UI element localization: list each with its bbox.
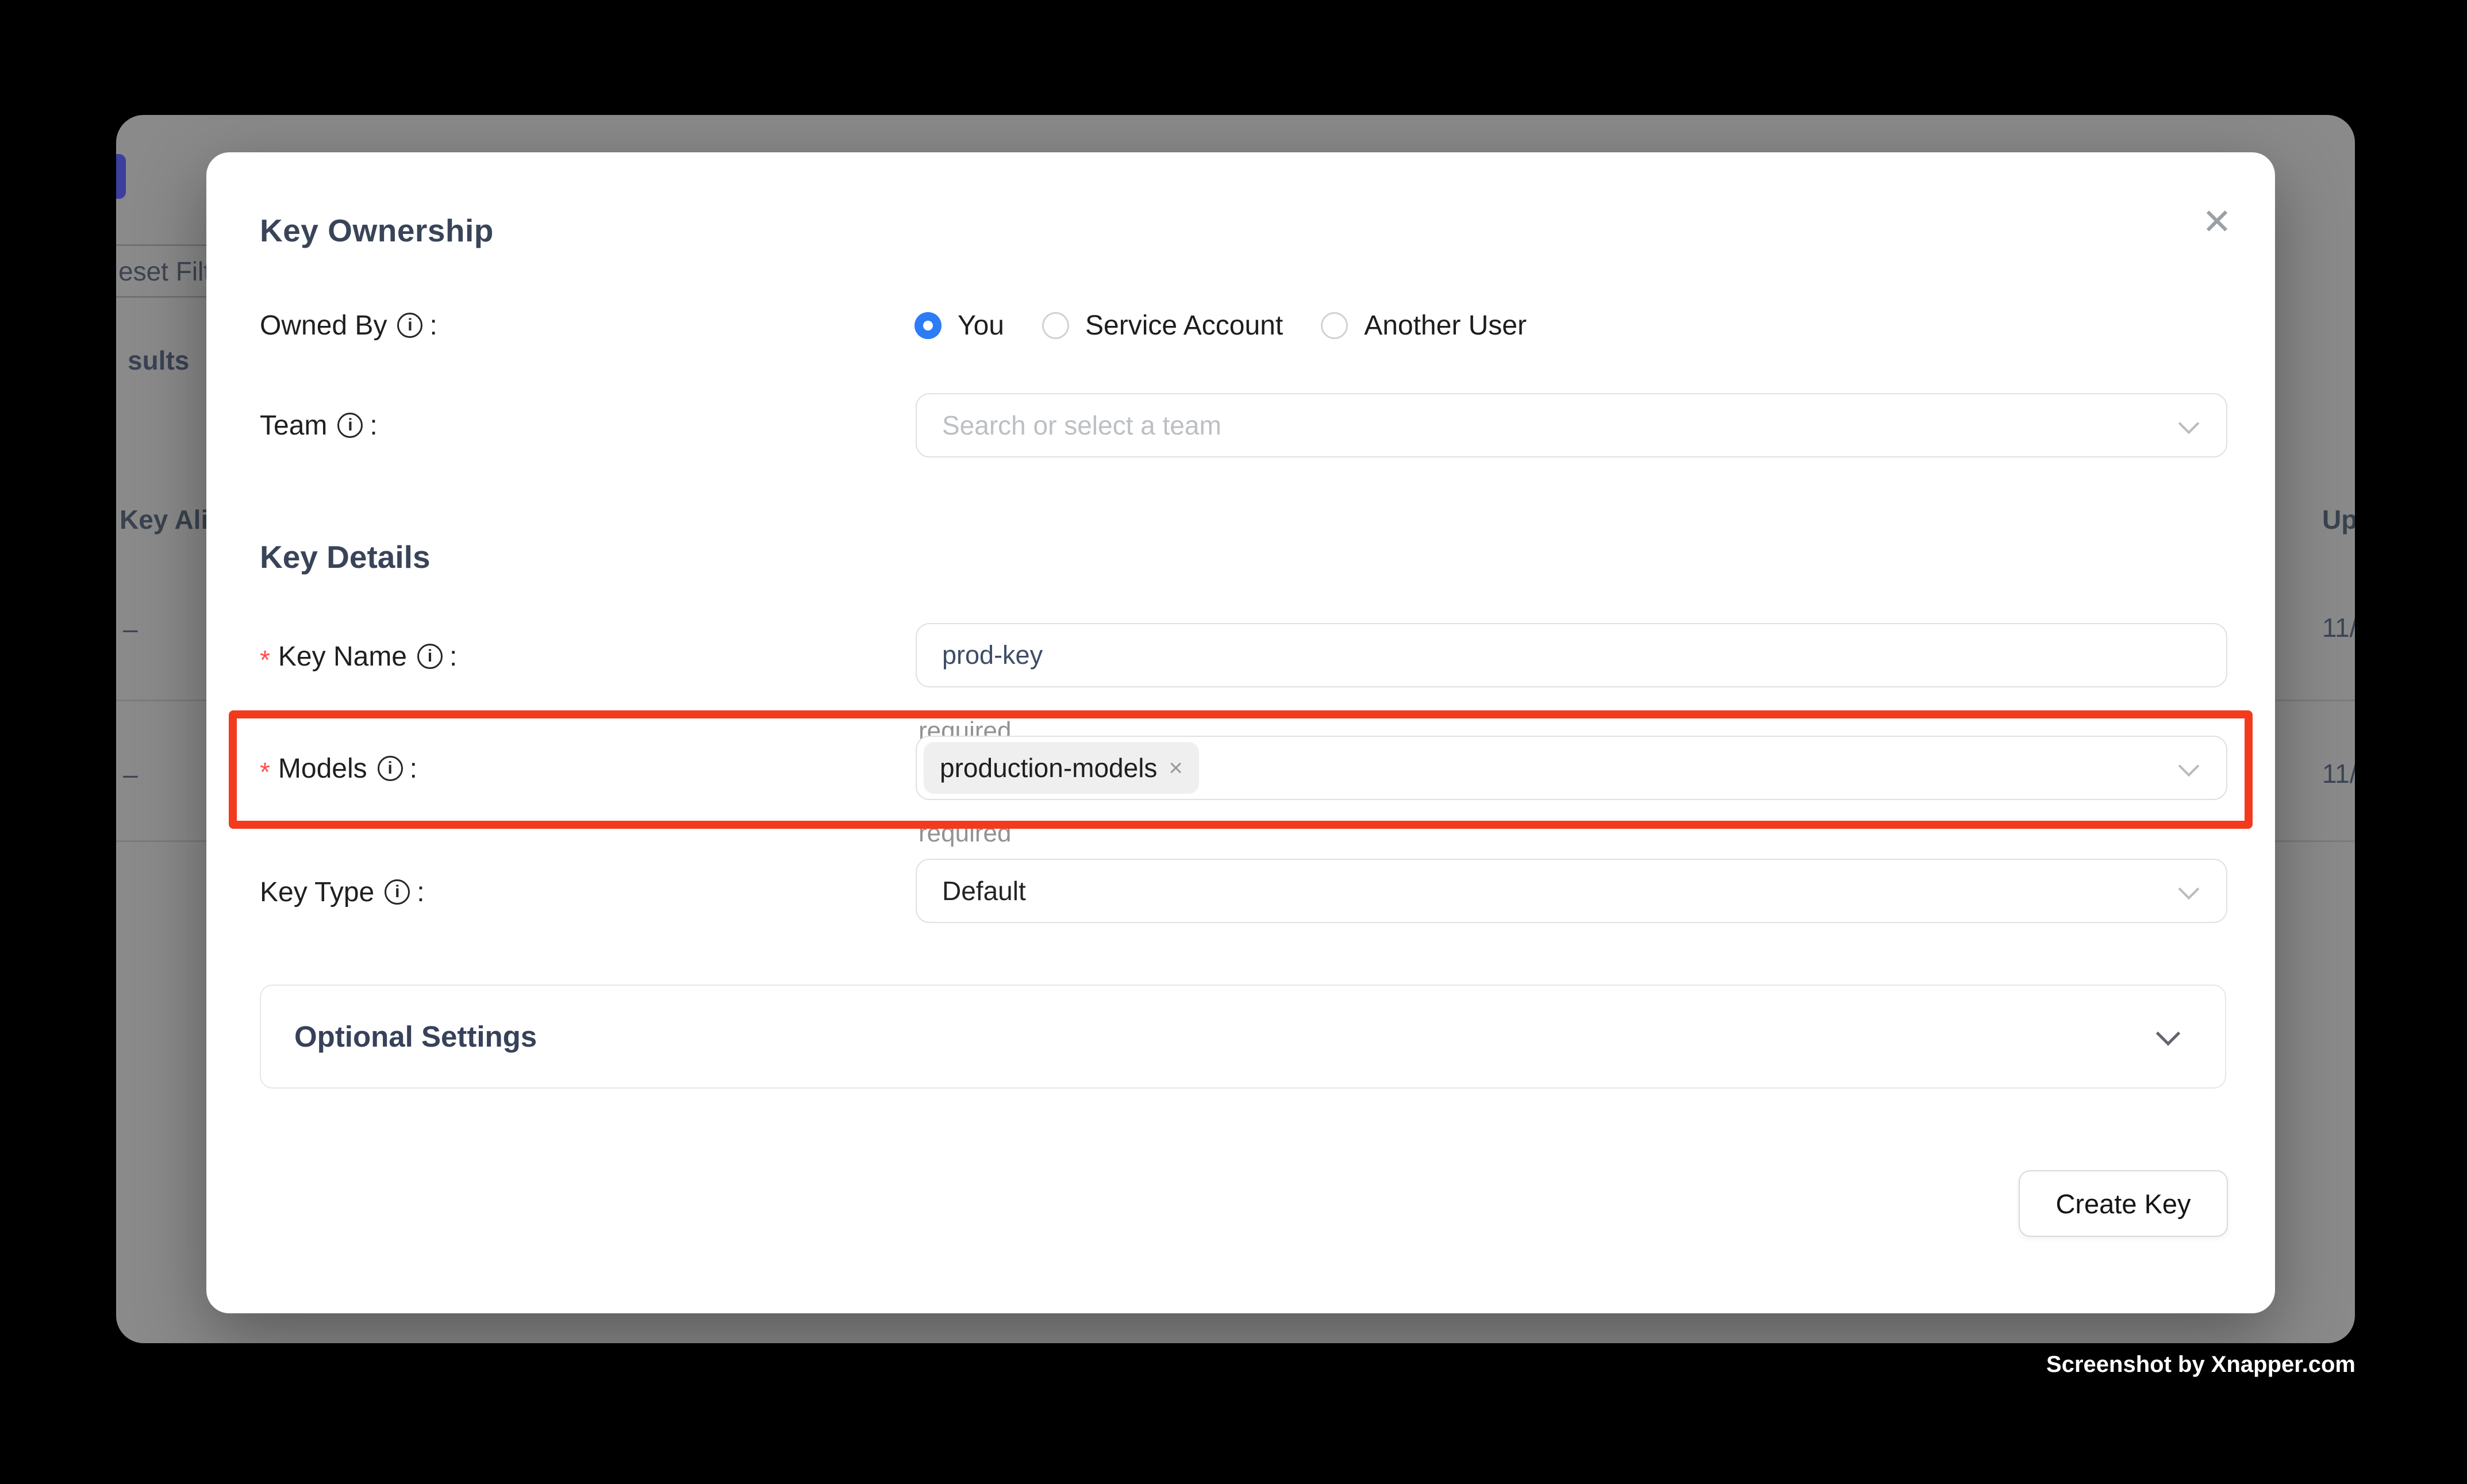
table-cell-alias: – bbox=[123, 613, 138, 644]
key-type-label: Key Type i : bbox=[260, 875, 425, 909]
info-icon[interactable]: i bbox=[337, 413, 363, 438]
radio-unselected-icon[interactable] bbox=[1321, 312, 1348, 339]
radio-option-you[interactable]: You bbox=[914, 310, 1004, 341]
results-count-fragment: sults bbox=[128, 345, 189, 376]
required-asterisk: * bbox=[260, 644, 270, 675]
table-cell-updated: 11/ bbox=[2322, 612, 2355, 643]
owned-by-label: Owned By i : bbox=[260, 308, 437, 343]
optional-settings-title: Optional Settings bbox=[294, 1020, 537, 1054]
info-icon[interactable]: i bbox=[397, 313, 422, 338]
team-label: Team i : bbox=[260, 408, 378, 443]
team-select[interactable]: Search or select a team bbox=[916, 393, 2227, 457]
radio-label: Another User bbox=[1364, 310, 1527, 341]
chevron-down-icon bbox=[2156, 1021, 2180, 1045]
key-name-label: * Key Name i : bbox=[260, 639, 457, 674]
key-name-field bbox=[916, 623, 2227, 687]
chevron-down-icon bbox=[2178, 413, 2200, 435]
key-name-input[interactable] bbox=[942, 624, 2163, 686]
create-key-button-fragment bbox=[116, 154, 126, 199]
optional-settings-toggle[interactable]: Optional Settings bbox=[260, 985, 2226, 1089]
info-icon[interactable]: i bbox=[385, 879, 410, 905]
radio-option-another-user[interactable]: Another User bbox=[1321, 310, 1527, 341]
key-type-value: Default bbox=[942, 875, 1026, 906]
create-key-button[interactable]: Create Key bbox=[2019, 1170, 2228, 1237]
radio-label: Service Account bbox=[1085, 310, 1283, 341]
table-header-updated: Up bbox=[2322, 504, 2355, 535]
screenshot-canvas: eset Filt sults Key Alia Up – 11/ – 11/ … bbox=[0, 0, 2467, 1484]
key-type-select[interactable]: Default bbox=[916, 859, 2227, 923]
table-cell-alias: – bbox=[123, 759, 138, 790]
key-details-heading: Key Details bbox=[260, 539, 431, 575]
info-icon[interactable]: i bbox=[417, 644, 443, 669]
reset-filters-label-fragment: eset Filt bbox=[118, 256, 211, 287]
watermark-text: Screenshot by Xnapper.com bbox=[2046, 1352, 2355, 1378]
radio-selected-icon[interactable] bbox=[914, 312, 942, 339]
annotation-highlight-rectangle bbox=[229, 710, 2253, 829]
owned-by-radio-group: You Service Account Another User bbox=[914, 308, 1527, 343]
chevron-down-icon bbox=[2178, 879, 2200, 900]
radio-unselected-icon[interactable] bbox=[1042, 312, 1069, 339]
radio-option-service-account[interactable]: Service Account bbox=[1042, 310, 1283, 341]
table-cell-updated: 11/ bbox=[2322, 758, 2355, 789]
team-select-placeholder: Search or select a team bbox=[942, 410, 1221, 441]
radio-label: You bbox=[958, 310, 1004, 341]
modal-title: Key Ownership bbox=[260, 212, 494, 249]
close-icon[interactable]: ✕ bbox=[2189, 194, 2245, 249]
